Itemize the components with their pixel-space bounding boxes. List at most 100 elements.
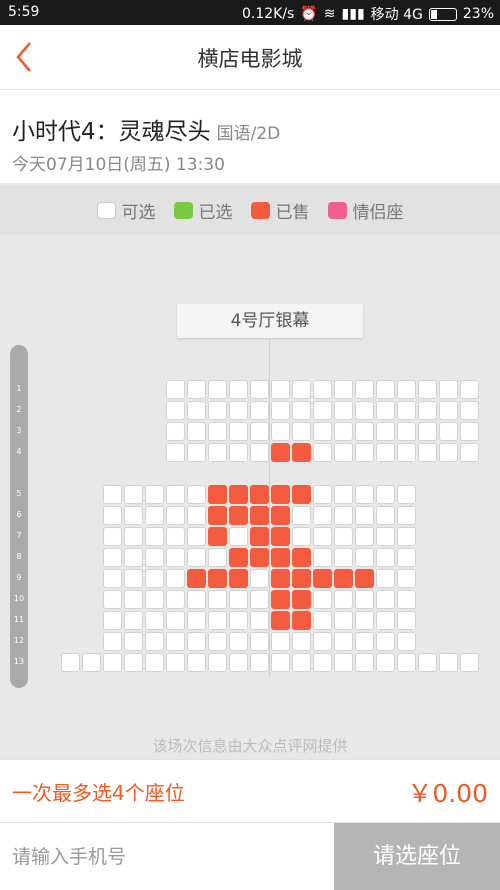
- seat-available[interactable]: [334, 548, 353, 567]
- seat-available[interactable]: [313, 401, 332, 420]
- seat-available[interactable]: [313, 548, 332, 567]
- select-seats-button[interactable]: 请选座位: [334, 823, 500, 890]
- seat-available[interactable]: [187, 632, 206, 651]
- seat-available[interactable]: [103, 527, 122, 546]
- seat-available[interactable]: [229, 527, 248, 546]
- seat-available[interactable]: [208, 380, 227, 399]
- seat-available[interactable]: [355, 380, 374, 399]
- seat-available[interactable]: [208, 653, 227, 672]
- seat-available[interactable]: [355, 611, 374, 630]
- seat-available[interactable]: [166, 485, 185, 504]
- seat-available[interactable]: [313, 443, 332, 462]
- seat-available[interactable]: [376, 422, 395, 441]
- seat-available[interactable]: [166, 527, 185, 546]
- seat-available[interactable]: [103, 485, 122, 504]
- seat-available[interactable]: [334, 422, 353, 441]
- seat-available[interactable]: [439, 380, 458, 399]
- seat-available[interactable]: [355, 527, 374, 546]
- phone-input[interactable]: [0, 823, 334, 890]
- seat-available[interactable]: [208, 632, 227, 651]
- seat-available[interactable]: [124, 632, 143, 651]
- seat-available[interactable]: [355, 548, 374, 567]
- seat-available[interactable]: [187, 422, 206, 441]
- seat-available[interactable]: [124, 611, 143, 630]
- seat-available[interactable]: [208, 443, 227, 462]
- seat-available[interactable]: [334, 401, 353, 420]
- seat-available[interactable]: [187, 611, 206, 630]
- seat-available[interactable]: [418, 422, 437, 441]
- seat-available[interactable]: [334, 590, 353, 609]
- seat-available[interactable]: [355, 506, 374, 525]
- seat-available[interactable]: [124, 569, 143, 588]
- seat-available[interactable]: [355, 443, 374, 462]
- seat-available[interactable]: [313, 590, 332, 609]
- seat-available[interactable]: [208, 422, 227, 441]
- seat-available[interactable]: [334, 380, 353, 399]
- seat-available[interactable]: [145, 506, 164, 525]
- seat-available[interactable]: [271, 401, 290, 420]
- seat-available[interactable]: [397, 443, 416, 462]
- seat-available[interactable]: [397, 590, 416, 609]
- seat-available[interactable]: [439, 401, 458, 420]
- seat-available[interactable]: [208, 590, 227, 609]
- seat-available[interactable]: [166, 443, 185, 462]
- seat-available[interactable]: [376, 611, 395, 630]
- seat-available[interactable]: [229, 632, 248, 651]
- seat-available[interactable]: [397, 485, 416, 504]
- seat-available[interactable]: [124, 506, 143, 525]
- seat-available[interactable]: [250, 380, 269, 399]
- seat-available[interactable]: [187, 506, 206, 525]
- seat-available[interactable]: [229, 422, 248, 441]
- seat-available[interactable]: [208, 548, 227, 567]
- seat-available[interactable]: [376, 632, 395, 651]
- seat-available[interactable]: [376, 506, 395, 525]
- seat-available[interactable]: [103, 653, 122, 672]
- seat-available[interactable]: [124, 653, 143, 672]
- seat-available[interactable]: [313, 611, 332, 630]
- seat-available[interactable]: [229, 590, 248, 609]
- seat-available[interactable]: [250, 422, 269, 441]
- seat-available[interactable]: [313, 422, 332, 441]
- seat-available[interactable]: [187, 443, 206, 462]
- seat-available[interactable]: [355, 632, 374, 651]
- seat-available[interactable]: [376, 443, 395, 462]
- seat-available[interactable]: [439, 443, 458, 462]
- seat-available[interactable]: [166, 632, 185, 651]
- seat-available[interactable]: [187, 590, 206, 609]
- seat-available[interactable]: [397, 527, 416, 546]
- seat-available[interactable]: [439, 653, 458, 672]
- seat-available[interactable]: [292, 380, 311, 399]
- seat-available[interactable]: [103, 506, 122, 525]
- seat-available[interactable]: [418, 401, 437, 420]
- seat-available[interactable]: [334, 527, 353, 546]
- seat-available[interactable]: [313, 506, 332, 525]
- seat-available[interactable]: [166, 569, 185, 588]
- seat-available[interactable]: [334, 653, 353, 672]
- seat-available[interactable]: [229, 380, 248, 399]
- seat-available[interactable]: [376, 653, 395, 672]
- seat-available[interactable]: [250, 653, 269, 672]
- seat-available[interactable]: [418, 653, 437, 672]
- seat-available[interactable]: [103, 611, 122, 630]
- seat-available[interactable]: [460, 380, 479, 399]
- seat-available[interactable]: [166, 548, 185, 567]
- seat-available[interactable]: [166, 506, 185, 525]
- seat-available[interactable]: [376, 401, 395, 420]
- seat-available[interactable]: [397, 632, 416, 651]
- seat-available[interactable]: [187, 380, 206, 399]
- seat-available[interactable]: [145, 548, 164, 567]
- seat-available[interactable]: [397, 422, 416, 441]
- seat-available[interactable]: [292, 506, 311, 525]
- seat-available[interactable]: [334, 485, 353, 504]
- seat-available[interactable]: [229, 611, 248, 630]
- seat-available[interactable]: [124, 527, 143, 546]
- seat-available[interactable]: [418, 380, 437, 399]
- seat-available[interactable]: [124, 548, 143, 567]
- seat-available[interactable]: [82, 653, 101, 672]
- seat-available[interactable]: [271, 422, 290, 441]
- seat-available[interactable]: [187, 527, 206, 546]
- seat-available[interactable]: [292, 401, 311, 420]
- seat-available[interactable]: [250, 443, 269, 462]
- seat-available[interactable]: [271, 632, 290, 651]
- seat-available[interactable]: [460, 422, 479, 441]
